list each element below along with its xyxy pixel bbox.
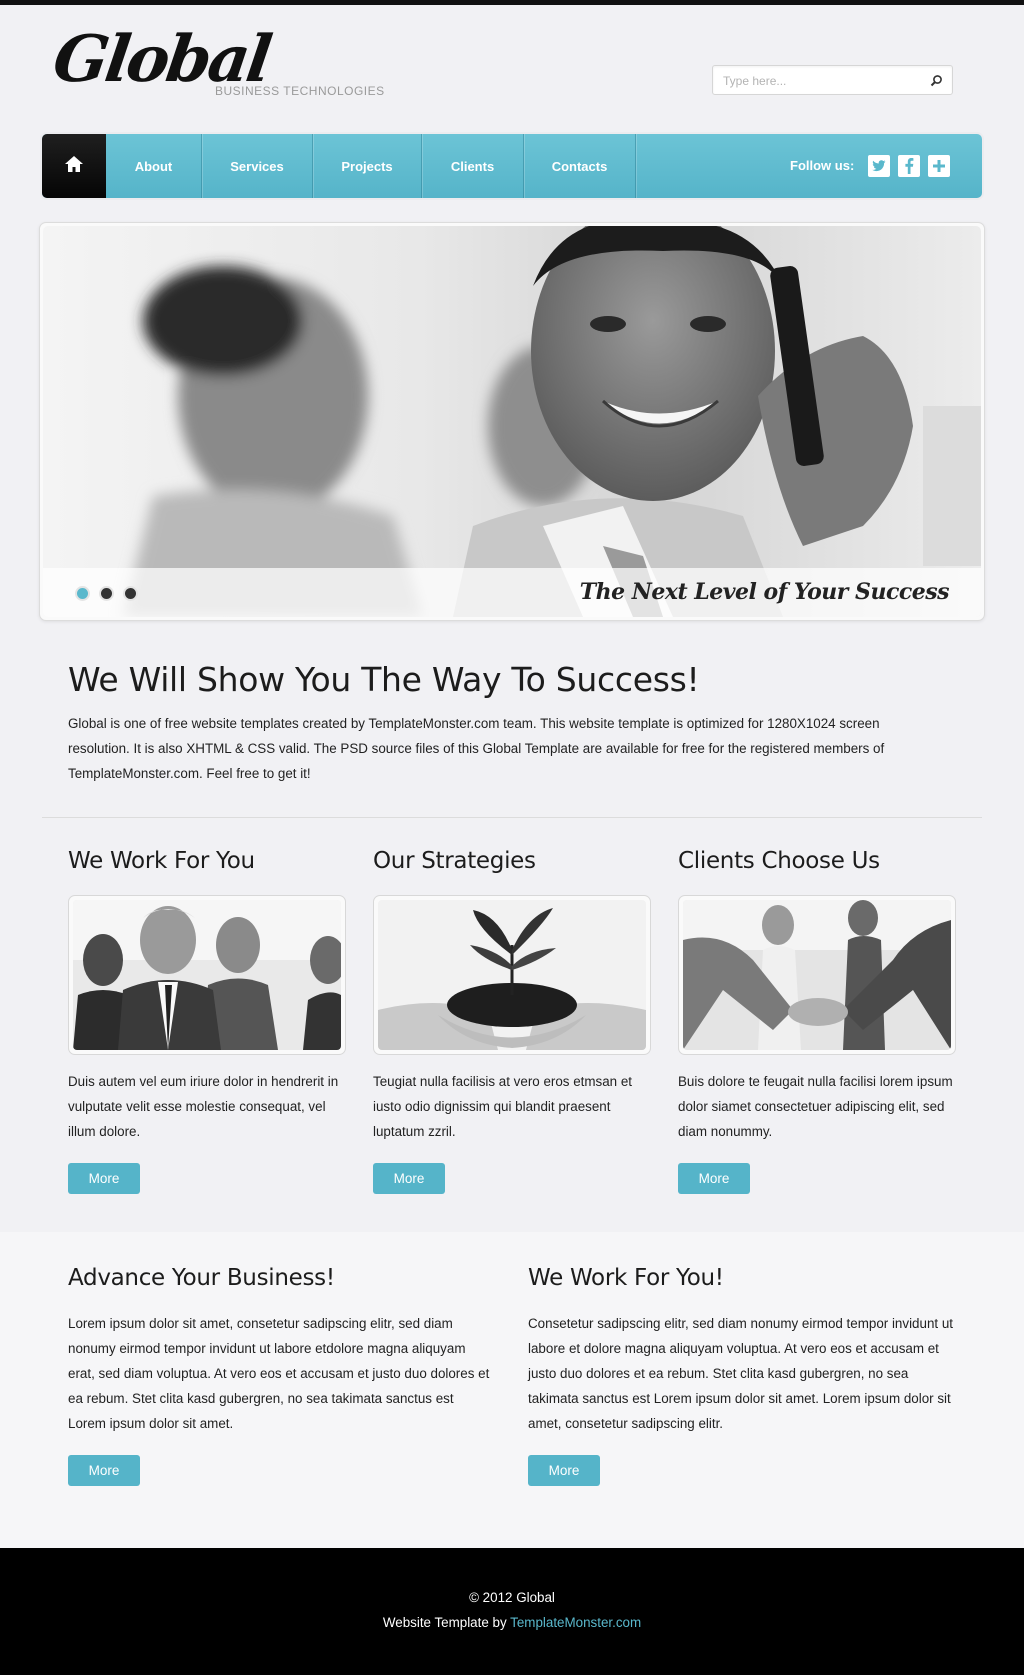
slider-dot-2[interactable] xyxy=(99,586,114,601)
tagline: BUSINESS TECHNOLOGIES xyxy=(215,84,385,98)
feature-title: We Work For You xyxy=(68,848,255,874)
footer: © 2012 Global Website Template by Templa… xyxy=(0,1548,1024,1675)
facebook-icon[interactable] xyxy=(898,155,920,177)
home-button[interactable] xyxy=(42,134,106,198)
intro-title: We Will Show You The Way To Success! xyxy=(68,660,700,699)
slider-dot-1[interactable] xyxy=(75,586,90,601)
feature-title: Clients Choose Us xyxy=(678,848,880,874)
logo[interactable]: Global xyxy=(49,22,274,97)
nav-item-services[interactable]: Services xyxy=(202,134,313,198)
feature-text: Duis autem vel eum iriure dolor in hendr… xyxy=(68,1074,339,1139)
search-box xyxy=(712,65,953,95)
credit-prefix: Website Template by xyxy=(382,1615,511,1630)
twitter-icon[interactable] xyxy=(868,155,890,177)
top-bar xyxy=(0,0,1024,5)
feature-column-1: We Work For You Duis autem vel eum iriur… xyxy=(68,848,348,1194)
nav-item-projects[interactable]: Projects xyxy=(313,134,422,198)
feature-text: Buis dolore te feugait nulla facilisi lo… xyxy=(678,1074,953,1139)
bottom-title: We Work For You! xyxy=(528,1265,724,1291)
more-button[interactable]: More xyxy=(68,1163,140,1194)
nav-item-contacts[interactable]: Contacts xyxy=(524,134,636,198)
search-icon[interactable] xyxy=(928,73,944,89)
templatemonster-link[interactable]: TemplateMonster.com xyxy=(510,1615,641,1630)
feature-image-frame xyxy=(373,895,651,1055)
feature-title: Our Strategies xyxy=(373,848,536,874)
bottom-text: Lorem ipsum dolor sit amet, consetetur s… xyxy=(68,1316,490,1431)
bottom-title: Advance Your Business! xyxy=(68,1265,335,1291)
feature-column-2: Our Strategies Teugiat nulla facilisis a… xyxy=(373,848,653,1194)
section-divider xyxy=(42,817,982,818)
bottom-text: Consetetur sadipscing elitr, sed diam no… xyxy=(528,1316,953,1431)
main-nav: About Services Projects Clients Contacts… xyxy=(40,132,984,200)
more-button[interactable]: More xyxy=(528,1455,600,1486)
follow-label: Follow us: xyxy=(790,158,855,173)
home-icon xyxy=(64,155,84,178)
bottom-column-2: We Work For You! Consetetur sadipscing e… xyxy=(528,1265,958,1486)
search-input[interactable] xyxy=(723,72,913,90)
handshake-photo xyxy=(683,900,951,1050)
feature-column-3: Clients Choose Us Buis dolore te feugait… xyxy=(678,848,958,1194)
intro-text: Global is one of free website templates … xyxy=(68,716,885,781)
slider-dot-3[interactable] xyxy=(123,586,138,601)
nav-item-about[interactable]: About xyxy=(106,134,202,198)
feature-image-frame xyxy=(678,895,956,1055)
plant-photo xyxy=(378,900,646,1050)
feature-image-frame xyxy=(68,895,346,1055)
team-photo xyxy=(73,900,341,1050)
hero-slider: The Next Level of Your Success xyxy=(39,222,985,621)
more-button[interactable]: More xyxy=(68,1455,140,1486)
plus-icon[interactable] xyxy=(928,155,950,177)
feature-text: Teugiat nulla facilisis at vero eros etm… xyxy=(373,1074,633,1139)
nav-item-clients[interactable]: Clients xyxy=(422,134,524,198)
slider-caption: The Next Level of Your Success xyxy=(579,579,950,605)
more-button[interactable]: More xyxy=(373,1163,445,1194)
hero-image: The Next Level of Your Success xyxy=(43,226,981,617)
template-credit: Website Template by TemplateMonster.com xyxy=(0,1615,1024,1630)
copyright: © 2012 Global xyxy=(469,1590,555,1605)
more-button[interactable]: More xyxy=(678,1163,750,1194)
bottom-column-1: Advance Your Business! Lorem ipsum dolor… xyxy=(68,1265,498,1486)
